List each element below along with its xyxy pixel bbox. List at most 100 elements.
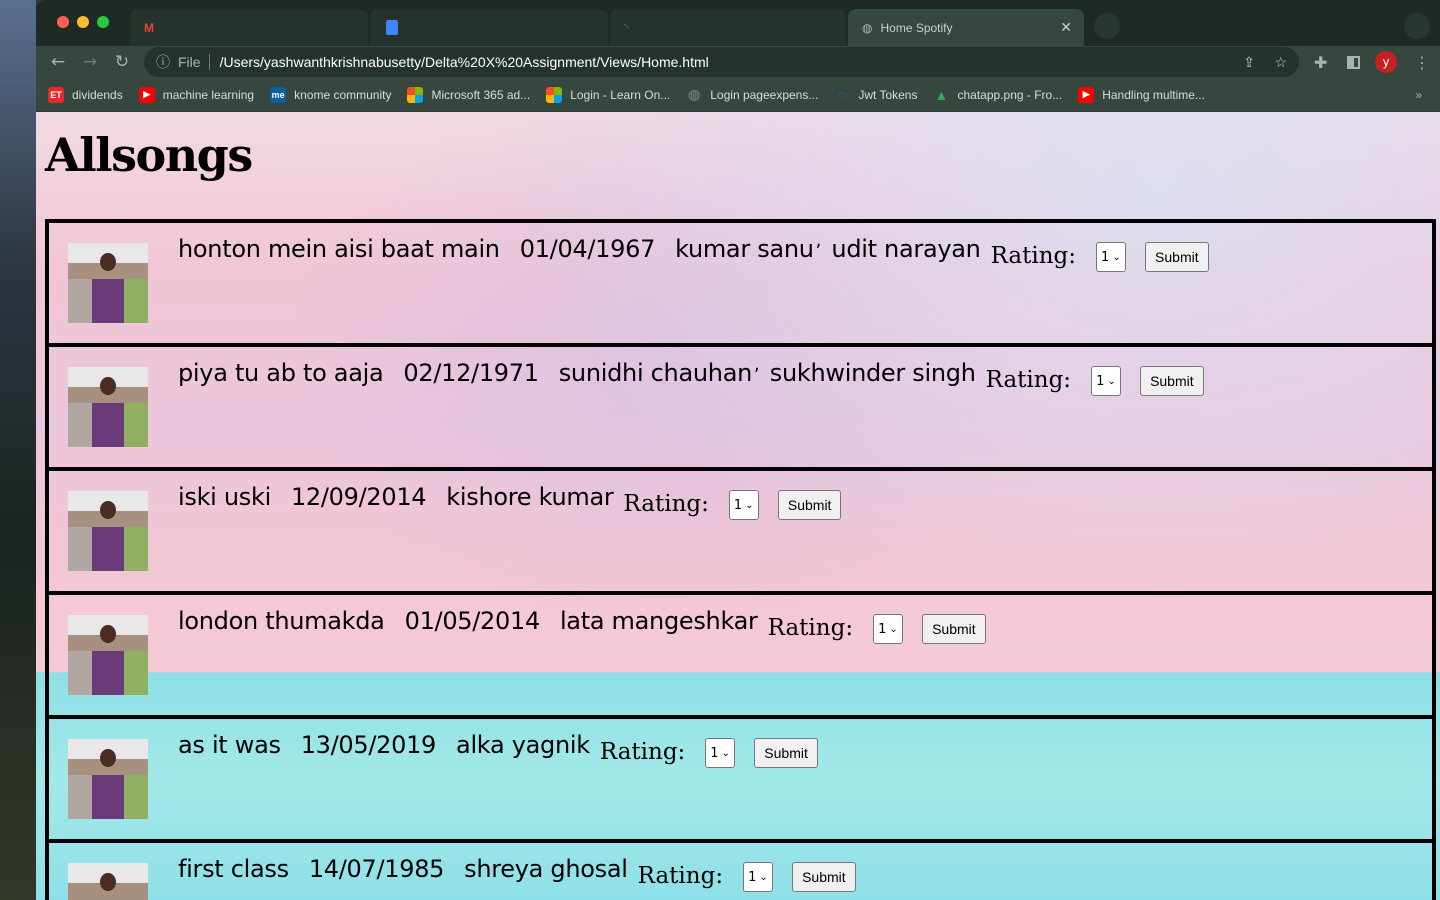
- docs-icon: [386, 20, 398, 35]
- bookmark-label: knome community: [294, 87, 392, 102]
- globe-icon: ◍: [862, 20, 873, 35]
- bookmark-item[interactable]: Microsoft 365 ad...: [407, 86, 530, 103]
- song-artist: udit narayan: [831, 235, 981, 263]
- song-thumbnail: [68, 615, 148, 695]
- song-date: 12/09/2014: [290, 483, 427, 511]
- profile-avatar[interactable]: y: [1375, 51, 1397, 73]
- submit-button[interactable]: Submit: [754, 738, 818, 768]
- bookmark-favicon-icon: me: [270, 86, 287, 103]
- bookmark-item[interactable]: me knome community: [270, 86, 392, 103]
- new-tab-button[interactable]: [1094, 13, 1120, 39]
- page-content: Allsongs honton mein aisi baat main 01/0…: [36, 112, 1440, 900]
- tab-docs[interactable]: [370, 9, 608, 46]
- rating-value: 1: [1096, 373, 1105, 389]
- address-bar[interactable]: ⓘ File /Users/yashwanthkrishnabusetty/De…: [144, 47, 1299, 77]
- maximize-window-button[interactable]: [97, 16, 109, 28]
- artist-separator: ,: [815, 230, 822, 251]
- song-date: 02/12/1971: [403, 359, 539, 387]
- rating-label: Rating:: [637, 863, 724, 889]
- forward-icon[interactable]: →: [74, 52, 106, 72]
- submit-button[interactable]: Submit: [922, 614, 986, 644]
- desktop-background: [0, 0, 36, 900]
- url-text: /Users/yashwanthkrishnabusetty/Delta%20X…: [219, 54, 709, 70]
- song-row: first class 14/07/1985 shreya ghosal Ratin…: [45, 839, 1436, 900]
- song-thumbnail: [68, 739, 148, 819]
- bookmark-item[interactable]: ◍ Login pageexpens...: [686, 86, 819, 103]
- rating-select[interactable]: 1 ⌄: [743, 862, 774, 892]
- song-row: as it was 13/05/2019 alka yagnik Rating: 1…: [45, 715, 1436, 843]
- chevron-down-icon: ⌄: [745, 499, 754, 511]
- song-thumbnail: [68, 863, 148, 900]
- rating-label: Rating:: [767, 615, 854, 641]
- close-tab-icon[interactable]: ✕: [1060, 19, 1072, 36]
- bookmark-favicon-icon: ET: [48, 86, 64, 103]
- rating-value: 1: [710, 745, 719, 761]
- song-artist: kumar sanu: [675, 235, 814, 263]
- bookmark-favicon-icon: ▲: [934, 86, 949, 103]
- bookmark-item[interactable]: ET dividends: [48, 86, 123, 103]
- song-thumbnail: [68, 367, 148, 447]
- rating-select[interactable]: 1 ⌄: [728, 490, 759, 520]
- rating-label: Rating:: [599, 739, 686, 765]
- submit-button[interactable]: Submit: [777, 490, 842, 520]
- bookmark-label: chatapp.png - Fro...: [957, 87, 1063, 102]
- song-row: piya tu ab to aaja 02/12/1971 sunidhi cha…: [45, 343, 1436, 471]
- bookmark-favicon-icon: [407, 86, 424, 103]
- song-row: honton mein aisi baat main 01/04/1967 kum…: [45, 219, 1436, 347]
- song-thumbnail: [68, 491, 148, 571]
- rating-label: Rating:: [985, 367, 1072, 393]
- bookmark-favicon-icon: ◍: [688, 86, 701, 102]
- song-row: iski uski 12/09/2014 kishore kumar Rating:…: [45, 467, 1436, 595]
- rating-select[interactable]: 1 ⌄: [1091, 366, 1122, 396]
- tab-gmail[interactable]: M: [130, 9, 368, 46]
- submit-button[interactable]: Submit: [1140, 366, 1204, 396]
- bookmark-favicon-icon: ◌: [838, 86, 847, 103]
- side-panel-icon[interactable]: [1347, 55, 1360, 69]
- bookmark-item[interactable]: ▲ chatapp.png - Fro...: [933, 86, 1063, 103]
- chevron-down-icon: ⌄: [721, 747, 730, 759]
- submit-button[interactable]: Submit: [792, 862, 856, 892]
- rating-select[interactable]: 1 ⌄: [1096, 242, 1127, 272]
- rating-select[interactable]: 1 ⌄: [705, 738, 736, 768]
- artist-separator: ,: [754, 354, 760, 375]
- song-title: piya tu ab to aaja: [178, 359, 384, 387]
- song-date: 14/07/1985: [308, 855, 445, 883]
- close-window-button[interactable]: [57, 16, 69, 28]
- song-title: honton mein aisi baat main: [178, 235, 500, 263]
- chevron-down-icon: ⌄: [1112, 251, 1121, 263]
- rating-select[interactable]: 1 ⌄: [873, 614, 904, 644]
- loading-icon: ◝: [624, 20, 629, 35]
- song-artist: shreya ghosal: [464, 855, 628, 883]
- song-row: london thumakda 01/05/2014 lata mangeshka…: [45, 591, 1436, 719]
- tab-home-spotify[interactable]: ◍ Home Spotify ✕: [848, 9, 1084, 46]
- song-thumbnail: [68, 243, 148, 323]
- bookmark-star-icon[interactable]: ☆: [1274, 54, 1287, 71]
- tab-bar: M ◝ ◍ Home Spotify ✕: [36, 0, 1440, 46]
- bookmark-label: Handling multime...: [1102, 87, 1205, 102]
- back-icon[interactable]: ←: [42, 52, 74, 72]
- bookmark-label: Login pageexpens...: [710, 87, 819, 102]
- url-scheme-label: File: [178, 54, 210, 70]
- menu-icon[interactable]: ⋮: [1414, 53, 1430, 72]
- bookmark-item[interactable]: Login - Learn On...: [546, 86, 670, 103]
- tab-search-button[interactable]: [1404, 13, 1430, 39]
- tab-loading[interactable]: ◝: [610, 9, 846, 46]
- song-title: iski uski: [178, 483, 271, 511]
- share-icon[interactable]: ⇪: [1243, 54, 1255, 71]
- reload-icon[interactable]: ↻: [106, 52, 138, 72]
- bookmark-item[interactable]: ◌ Jwt Tokens: [834, 87, 917, 103]
- bookmark-item[interactable]: ▶ Handling multime...: [1078, 86, 1205, 103]
- bookmark-favicon-icon: ▶: [1078, 86, 1095, 103]
- rating-value: 1: [748, 869, 757, 885]
- extensions-icon[interactable]: ✚: [1314, 53, 1327, 72]
- rating-value: 1: [878, 621, 887, 637]
- page-title: Allsongs: [45, 128, 253, 182]
- bookmark-item[interactable]: ▶ machine learning: [138, 86, 254, 103]
- chevron-down-icon: ⌄: [759, 871, 768, 883]
- browser-window: M ◝ ◍ Home Spotify ✕ ← → ↻ ⓘ File /Users…: [36, 0, 1440, 900]
- gmail-icon: M: [144, 20, 154, 35]
- submit-button[interactable]: Submit: [1145, 242, 1209, 272]
- bookmark-label: Jwt Tokens: [858, 87, 918, 102]
- minimize-window-button[interactable]: [77, 16, 89, 28]
- more-bookmarks-button[interactable]: »: [1415, 88, 1422, 102]
